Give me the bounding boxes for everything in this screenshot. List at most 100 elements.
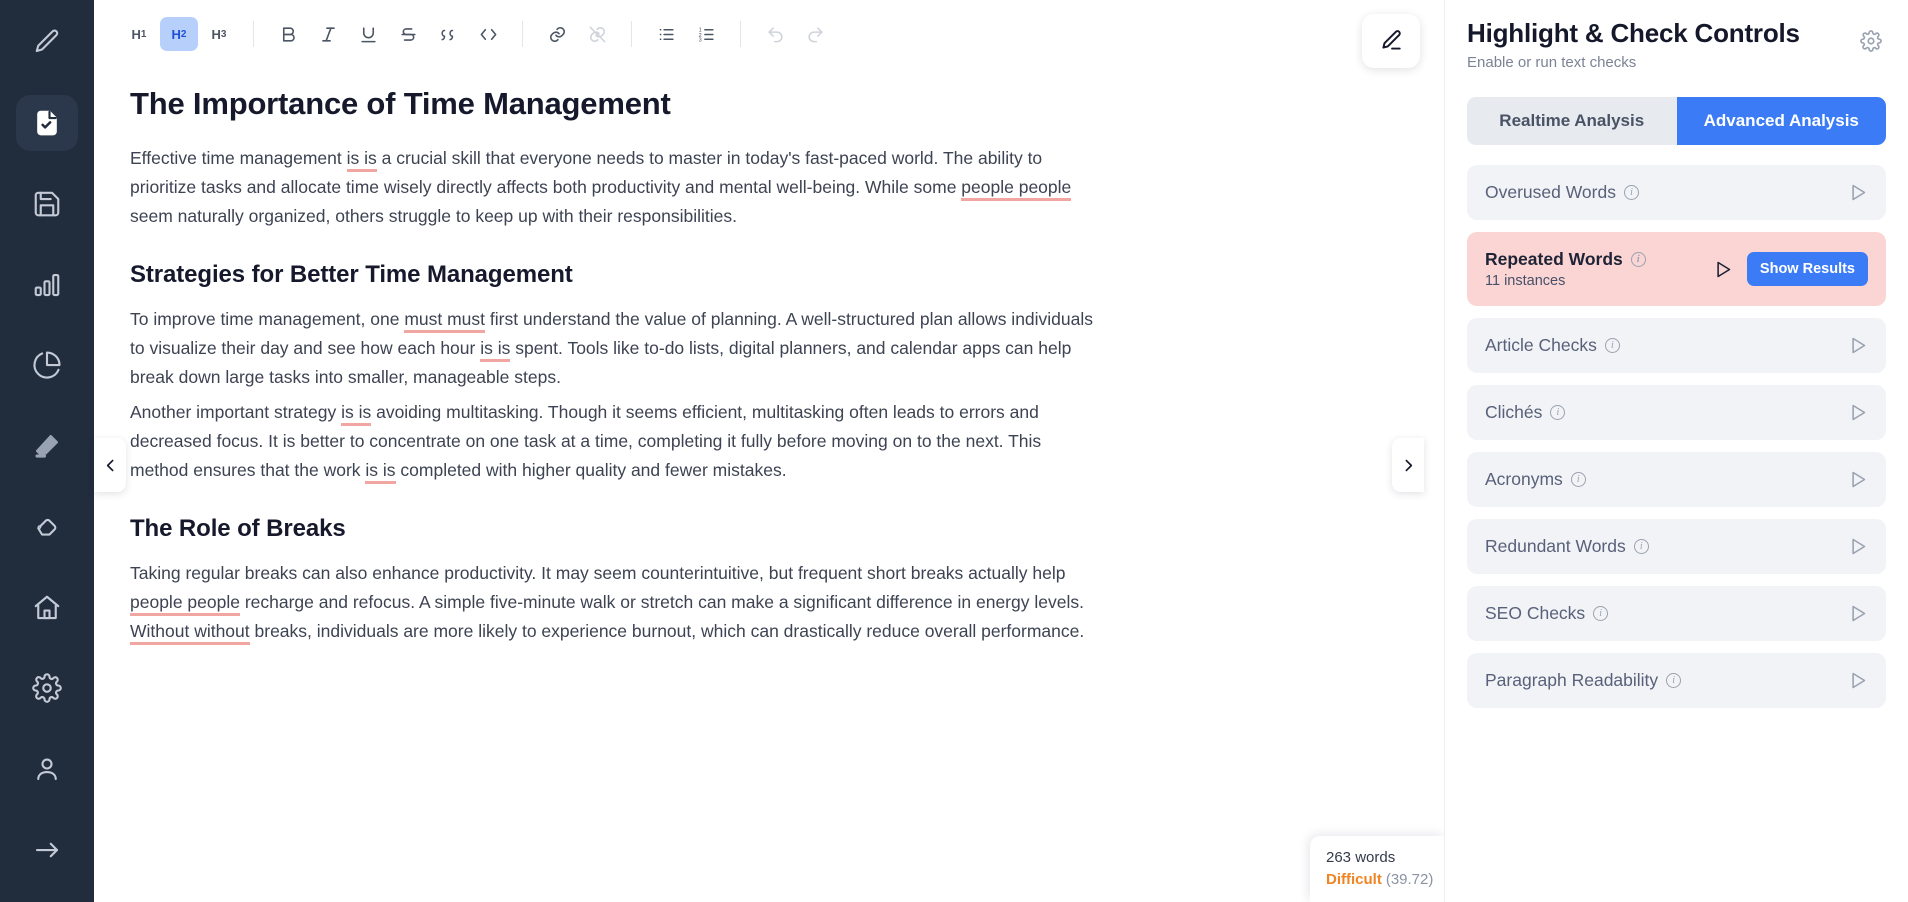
word-count-badge: 263 words Difficult (39.72) <box>1310 836 1444 902</box>
heading-1-button[interactable]: H1 <box>120 17 158 51</box>
rail-item-analytics[interactable] <box>16 337 78 394</box>
svg-text:3: 3 <box>698 37 701 43</box>
repeated-word-highlight[interactable]: is is <box>480 338 511 362</box>
run-check-button[interactable] <box>1712 259 1733 280</box>
repeated-word-highlight[interactable]: is is <box>346 148 377 172</box>
check-row-paragraph-readability[interactable]: Paragraph Readability i <box>1467 653 1886 708</box>
edit-floating-button[interactable] <box>1362 14 1420 68</box>
play-icon <box>1717 261 1731 277</box>
check-row-repeated-words[interactable]: Repeated Words i 11 instances Show Results <box>1467 232 1886 306</box>
repeated-word-highlight[interactable]: is is <box>365 460 396 484</box>
play-icon <box>1852 538 1866 555</box>
panel-settings-button[interactable] <box>1860 30 1886 56</box>
rail-item-logout[interactable] <box>16 821 78 878</box>
info-icon[interactable]: i <box>1623 185 1639 200</box>
bullet-list-button[interactable] <box>647 17 685 51</box>
rail-item-write[interactable] <box>16 14 78 71</box>
info-icon[interactable]: i <box>1604 338 1620 353</box>
rail-item-highlight[interactable] <box>16 418 78 475</box>
check-info: Repeated Words i 11 instances <box>1485 249 1700 289</box>
run-check-button[interactable] <box>1847 536 1868 557</box>
heading-2-button[interactable]: H2 <box>160 17 198 51</box>
readability-grade: Difficult (39.72) <box>1326 871 1433 888</box>
code-button[interactable] <box>469 17 507 51</box>
check-instance-count: 11 instances <box>1485 273 1566 289</box>
text-run: Strategies for Better Time Management <box>130 261 573 288</box>
unlink-button <box>578 17 616 51</box>
panel-subtitle: Enable or run text checks <box>1467 54 1637 71</box>
check-label-text: Repeated Words <box>1485 249 1623 269</box>
check-row-seo-checks[interactable]: SEO Checks i <box>1467 586 1886 641</box>
check-row-article-checks[interactable]: Article Checks i <box>1467 318 1886 373</box>
check-row-overused-words[interactable]: Overused Words i <box>1467 165 1886 220</box>
document-check-icon <box>37 110 57 136</box>
play-icon <box>1852 184 1866 201</box>
tab-realtime-analysis[interactable]: Realtime Analysis <box>1467 97 1677 145</box>
info-icon[interactable]: i <box>1666 673 1682 688</box>
document-paragraph: Effective time management is is a crucia… <box>130 144 1095 231</box>
h3-label: H <box>211 26 221 42</box>
rail-item-save[interactable] <box>16 175 78 232</box>
info-icon[interactable]: i <box>1630 252 1646 267</box>
rail-item-home[interactable] <box>16 579 78 636</box>
repeated-word-highlight[interactable]: Without without <box>130 621 250 645</box>
chevron-right-icon <box>1405 459 1412 471</box>
collapse-right-panel-button[interactable] <box>1392 438 1424 492</box>
word-count-text: 263 words <box>1326 849 1396 866</box>
h3-sub: 3 <box>220 28 227 40</box>
tab-advanced-analysis[interactable]: Advanced Analysis <box>1676 97 1886 145</box>
bar-chart-icon <box>34 273 60 296</box>
repeated-word-highlight[interactable]: is is <box>341 402 372 426</box>
underline-button[interactable] <box>349 17 387 51</box>
blockquote-button[interactable] <box>429 17 467 51</box>
info-icon[interactable]: i <box>1550 405 1566 420</box>
link-button[interactable] <box>538 17 576 51</box>
check-row-acronyms[interactable]: Acronyms i <box>1467 452 1886 507</box>
info-icon[interactable]: i <box>1570 472 1586 487</box>
heading-3-button[interactable]: H3 <box>200 17 238 51</box>
info-icon[interactable]: i <box>1633 539 1649 554</box>
repeated-word-highlight[interactable]: people people <box>130 592 240 616</box>
check-label: Redundant Words i <box>1485 536 1835 557</box>
check-label: Acronyms i <box>1485 469 1835 490</box>
rail-item-document[interactable] <box>16 94 78 152</box>
bullet-list-icon <box>659 28 674 40</box>
h1-sub: 1 <box>140 28 147 40</box>
italic-icon <box>321 26 335 42</box>
run-check-button[interactable] <box>1847 335 1868 356</box>
strikethrough-icon <box>400 27 416 41</box>
bold-button[interactable] <box>269 17 307 51</box>
italic-button[interactable] <box>309 17 347 51</box>
rail-item-settings[interactable] <box>16 660 78 717</box>
run-check-button[interactable] <box>1847 469 1868 490</box>
run-check-button[interactable] <box>1847 402 1868 423</box>
rail-item-stats[interactable] <box>16 256 78 313</box>
toolbar-divider <box>522 21 523 47</box>
check-row-redundant-words[interactable]: Redundant Words i <box>1467 519 1886 574</box>
info-icon[interactable]: i <box>1593 606 1609 621</box>
collapse-left-panel-button[interactable] <box>94 438 126 492</box>
check-label-text: Article Checks <box>1485 335 1597 355</box>
check-label: Clichés i <box>1485 402 1835 423</box>
run-check-button[interactable] <box>1847 603 1868 624</box>
save-icon <box>34 191 60 217</box>
show-results-button[interactable]: Show Results <box>1746 252 1868 286</box>
run-check-button[interactable] <box>1847 182 1868 203</box>
quote-icon <box>440 29 453 40</box>
numbered-list-button[interactable]: 123 <box>687 17 725 51</box>
document-editor[interactable]: The Importance of Time Management Effecti… <box>130 86 1140 646</box>
text-run: seem naturally organized, others struggl… <box>130 206 737 226</box>
text-run: Effective time management <box>130 148 347 168</box>
repeated-word-highlight[interactable]: must must <box>404 309 486 333</box>
strikethrough-button[interactable] <box>389 17 427 51</box>
rail-item-eraser[interactable] <box>16 498 78 555</box>
numbered-list-icon: 123 <box>698 27 714 43</box>
rail-item-account[interactable] <box>16 741 78 798</box>
repeated-word-highlight[interactable]: people people <box>961 177 1072 201</box>
highlight-check-panel: Highlight & Check Controls Enable or run… <box>1444 0 1908 902</box>
pie-chart-icon <box>33 351 61 379</box>
check-row-clich-s[interactable]: Clichés i <box>1467 385 1886 440</box>
run-check-button[interactable] <box>1847 670 1868 691</box>
toolbar-divider <box>740 21 741 47</box>
formatting-toolbar: H1 H2 H3 1 2 3 <box>94 0 1444 68</box>
